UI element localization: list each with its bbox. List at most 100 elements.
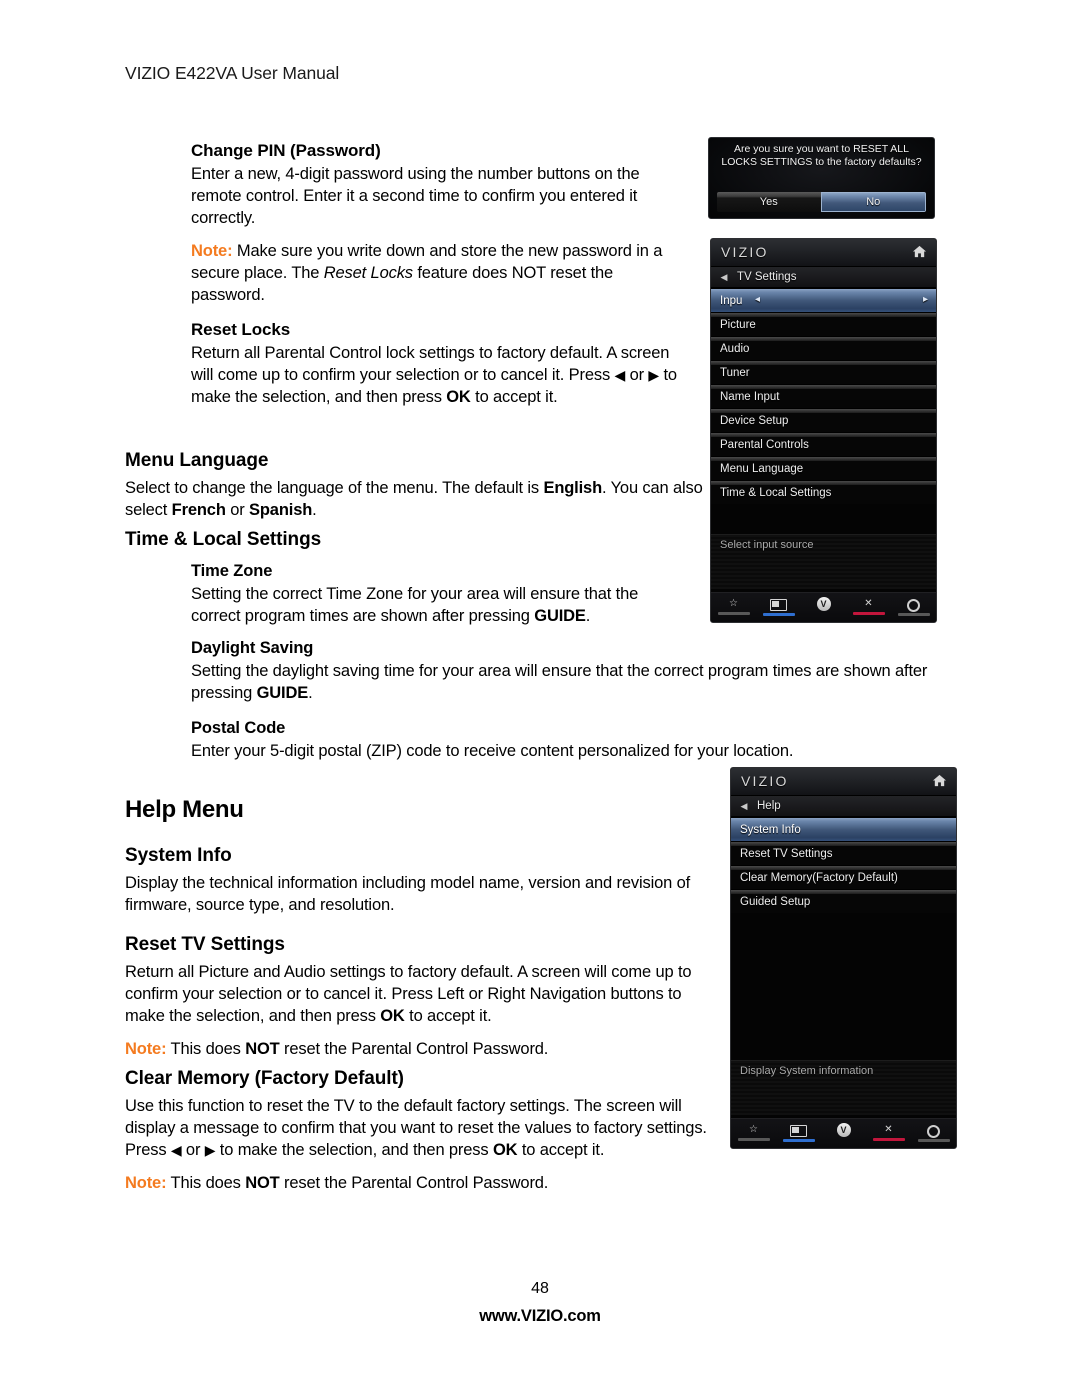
dialog-yes-button[interactable]: Yes — [717, 192, 821, 212]
menu-item-label: Tuner — [720, 366, 750, 379]
gear-icon — [915, 1125, 953, 1138]
back-arrow-icon[interactable]: ◀ — [711, 272, 737, 283]
page-number: 48 — [531, 1280, 549, 1297]
clear-memory-text-b: or — [181, 1140, 205, 1159]
home-icon[interactable] — [932, 773, 947, 788]
row-separator — [711, 337, 936, 341]
default-language: English — [543, 479, 603, 497]
note-italic: Reset Locks — [323, 263, 413, 282]
clear-memory-note: Note: This does NOT reset the Parental C… — [125, 1173, 713, 1195]
row-separator — [711, 385, 936, 389]
left-arrow-icon-2: ◀ — [170, 1141, 182, 1158]
close-x-icon: ✕ — [864, 598, 873, 609]
reset-tv-paragraph: Return all Picture and Audio settings to… — [125, 962, 713, 1028]
menu-item-menu-language[interactable]: Menu Language — [711, 456, 936, 480]
menu-item-clear-memory[interactable]: Clear Memory(Factory Default) — [731, 865, 956, 889]
osd-hint-text: Display System information — [731, 1060, 956, 1115]
clear-memory-note-a: This does — [166, 1173, 246, 1192]
footer-bar-red — [852, 612, 885, 615]
guide-key-label: GUIDE — [534, 606, 586, 625]
breadcrumb-label: Help — [757, 800, 781, 812]
menu-item-label: Guided Setup — [740, 895, 811, 908]
footer-tv-button[interactable] — [780, 1124, 818, 1142]
menu-item-audio[interactable]: Audio — [711, 336, 936, 360]
row-separator — [711, 313, 936, 317]
section-daylight-saving: Daylight Saving Setting the daylight sav… — [191, 639, 959, 705]
footer-bar-blue — [782, 1139, 815, 1142]
help-osd-menu: VIZIO ◀ Help System Info Reset TV Settin… — [730, 767, 957, 1149]
osd-footer-bar: ☆ V ✕ — [711, 592, 936, 622]
menu-item-label: Device Setup — [720, 414, 789, 427]
menu-language-paragraph: Select to change the language of the men… — [125, 478, 725, 522]
home-icon[interactable] — [912, 244, 927, 259]
row-separator — [711, 457, 936, 461]
menu-item-picture[interactable]: Picture — [711, 312, 936, 336]
menu-item-label: Menu Language — [720, 462, 804, 475]
menu-item-reset-tv-settings[interactable]: Reset TV Settings — [731, 841, 956, 865]
footer-vizio-button[interactable]: V — [805, 597, 843, 614]
right-arrow-icon: ▶ — [648, 366, 660, 383]
menu-item-label: System Info — [740, 823, 801, 836]
reset-locks-text-d: to accept it. — [470, 387, 558, 406]
star-icon: ☆ — [729, 598, 738, 609]
footer-star-button[interactable]: ☆ — [735, 1124, 773, 1141]
menu-item-time-local-settings[interactable]: Time & Local Settings — [711, 480, 936, 504]
back-arrow-icon[interactable]: ◀ — [731, 801, 757, 812]
menu-item-input[interactable]: Inpu ◂ ▸ — [711, 288, 936, 312]
row-separator — [711, 409, 936, 413]
chevron-left-icon[interactable]: ◂ — [755, 294, 760, 305]
menu-item-parental-controls[interactable]: Parental Controls — [711, 432, 936, 456]
chevron-right-icon[interactable]: ▸ — [923, 294, 928, 305]
clear-memory-note-b: reset the Parental Control Password. — [279, 1173, 549, 1192]
menu-item-system-info[interactable]: System Info — [731, 817, 956, 841]
footer-vizio-button[interactable]: V — [825, 1123, 863, 1140]
reset-locks-confirm-dialog: Are you sure you want to RESET ALL LOCKS… — [708, 137, 935, 219]
menu-language-heading: Menu Language — [125, 450, 269, 471]
menu-item-label: Time & Local Settings — [720, 486, 832, 499]
menu-item-guided-setup[interactable]: Guided Setup — [731, 889, 956, 913]
footer-close-button[interactable]: ✕ — [850, 598, 888, 615]
not-emphasis: NOT — [245, 1039, 280, 1058]
page-header: VIZIO E422VA User Manual — [125, 63, 340, 83]
right-arrow-icon-2: ▶ — [204, 1141, 216, 1158]
menu-item-name-input[interactable]: Name Input — [711, 384, 936, 408]
osd-footer-bar: ☆ V ✕ — [731, 1118, 956, 1148]
section-reset-tv-settings: Reset TV Settings Return all Picture and… — [125, 934, 713, 1061]
clear-memory-heading: Clear Memory (Factory Default) — [125, 1068, 404, 1089]
menu-item-label: Inpu — [720, 294, 743, 307]
menu-item-device-setup[interactable]: Device Setup — [711, 408, 936, 432]
menu-item-label: Clear Memory(Factory Default) — [740, 871, 898, 884]
menu-item-tuner[interactable]: Tuner — [711, 360, 936, 384]
footer-tv-button[interactable] — [760, 598, 798, 616]
vizio-logo: VIZIO — [741, 773, 789, 789]
menu-item-label: Parental Controls — [720, 438, 809, 451]
section-time-local-settings: Time & Local Settings — [125, 529, 725, 557]
footer-close-button[interactable]: ✕ — [870, 1124, 908, 1141]
osd-breadcrumb: ◀ Help — [731, 796, 956, 817]
change-pin-paragraph: Enter a new, 4-digit password using the … — [191, 165, 640, 227]
menu-language-text-c: or — [225, 500, 250, 519]
footer-bar-none — [808, 611, 840, 614]
gear-icon — [895, 599, 933, 612]
footer-bar-red — [872, 1138, 905, 1141]
time-local-heading: Time & Local Settings — [125, 529, 322, 550]
reset-locks-heading: Reset Locks — [191, 320, 291, 339]
footer-bar-grey — [717, 612, 750, 615]
menu-language-text-a: Select to change the language of the men… — [125, 479, 544, 497]
help-menu-heading: Help Menu — [125, 796, 244, 823]
section-postal-code: Postal Code Enter your 5-digit postal (Z… — [191, 719, 959, 763]
section-change-pin: Change PIN (Password) Enter a new, 4-dig… — [191, 141, 689, 307]
footer-gear-button[interactable] — [895, 598, 933, 616]
dialog-no-button[interactable]: No — [820, 192, 926, 212]
section-system-info: System Info Display the technical inform… — [125, 845, 713, 917]
system-info-heading: System Info — [125, 845, 232, 866]
row-separator — [731, 890, 956, 894]
reset-tv-note: Note: This does NOT reset the Parental C… — [125, 1039, 713, 1061]
footer-star-button[interactable]: ☆ — [715, 598, 753, 615]
footer-gear-button[interactable] — [915, 1124, 953, 1142]
tv-settings-osd-menu: VIZIO ◀ TV Settings Inpu ◂ ▸ Picture Aud… — [710, 238, 937, 623]
time-zone-text-b: . — [585, 606, 591, 625]
reset-tv-text-b: to accept it. — [404, 1006, 492, 1025]
close-x-icon: ✕ — [884, 1124, 893, 1135]
reset-locks-paragraph: Return all Parental Control lock setting… — [191, 343, 689, 409]
